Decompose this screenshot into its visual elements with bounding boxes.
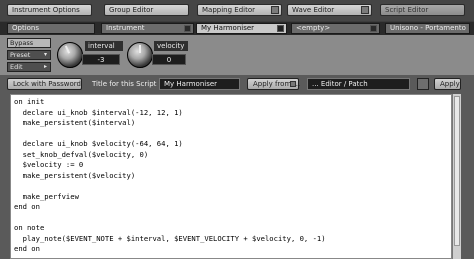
editor-patch-field[interactable]: ... Editor / Patch — [307, 78, 410, 90]
lock-with-password-label: Lock with Password — [13, 80, 81, 88]
tab-unisono-portamento[interactable]: Unisono - Portamento — [385, 23, 470, 34]
apply-from-dropdown[interactable]: Apply from ... — [247, 78, 300, 90]
code-line: make_persistent($interval) — [14, 118, 136, 127]
tab-instrument[interactable]: Instrument — [101, 23, 194, 34]
velocity-knob[interactable] — [127, 42, 153, 68]
mapping-editor-toggle-icon[interactable] — [271, 6, 279, 14]
apply-label: Apply — [440, 80, 460, 88]
wave-editor-button[interactable]: Wave Editor — [287, 4, 372, 16]
group-editor-button[interactable]: Group Editor — [104, 4, 189, 16]
code-line: make_perfview — [14, 191, 79, 201]
interval-knob[interactable] — [57, 42, 83, 68]
script-slot-tabs: Options Instrument My Harmoniser <empty>… — [0, 22, 474, 35]
code-line: make_persistent($velocity) — [14, 170, 136, 180]
code-line: end on — [14, 244, 40, 253]
group-editor-label: Group Editor — [109, 6, 154, 14]
code-line: $velocity := 0 — [14, 160, 84, 169]
editor-toolbar: Instrument Options Group Editor Mapping … — [0, 0, 474, 21]
tab-options[interactable]: Options — [7, 23, 95, 34]
interval-knob-label: interval — [85, 41, 123, 51]
lock-with-password-button[interactable]: Lock with Password — [7, 78, 82, 90]
script-toolbar: Lock with Password Title for this Script… — [0, 75, 474, 93]
bypass-button[interactable]: Bypass — [7, 38, 51, 48]
tab-my-harmoniser-label: My Harmoniser — [201, 24, 255, 32]
script-title-label: Title for this Script — [92, 80, 157, 88]
code-line: on init — [14, 97, 45, 106]
script-editor-button[interactable]: Script Editor — [380, 4, 465, 16]
wave-editor-label: Wave Editor — [292, 6, 335, 14]
knob-indicator — [64, 45, 71, 54]
tab-options-label: Options — [12, 24, 40, 32]
wave-editor-toggle-icon[interactable] — [361, 6, 369, 14]
dropdown-arrow-icon — [290, 81, 296, 87]
scrollbar-thumb[interactable] — [454, 96, 460, 246]
script-editor-label: Script Editor — [385, 6, 429, 14]
tab-empty[interactable]: <empty> — [291, 23, 380, 34]
code-line: set_knob_defval($velocity, 0) — [14, 149, 149, 159]
code-line: end on — [14, 202, 40, 211]
tab-instrument-bypass-icon[interactable] — [184, 25, 191, 32]
preset-dropdown[interactable]: Preset ▾ — [7, 50, 51, 60]
editor-scrollbar[interactable] — [452, 94, 461, 259]
edit-button[interactable]: Edit ▸ — [7, 62, 51, 72]
apply-indicator-icon[interactable] — [417, 78, 429, 90]
code-line: declare ui_knob $velocity(-64, 64, 1) — [14, 139, 183, 148]
apply-button[interactable]: Apply — [434, 78, 461, 90]
mapping-editor-label: Mapping Editor — [202, 6, 255, 14]
chevron-down-icon: ▾ — [43, 51, 47, 58]
code-line: declare ui_knob $interval(-12, 12, 1) — [14, 107, 183, 117]
tab-empty-bypass-icon[interactable] — [370, 25, 377, 32]
edit-label: Edit — [10, 63, 23, 71]
code-line: on note — [14, 223, 45, 232]
tab-instrument-label: Instrument — [106, 24, 145, 32]
bypass-label: Bypass — [10, 39, 34, 47]
performance-view-panel: Bypass Preset ▾ Edit ▸ interval -3 veloc… — [0, 35, 474, 75]
script-title-field[interactable]: My Harmoniser — [159, 78, 240, 90]
instrument-options-label: Instrument Options — [12, 6, 80, 14]
tab-empty-label: <empty> — [296, 24, 331, 32]
knob-indicator — [139, 45, 141, 53]
mapping-editor-button[interactable]: Mapping Editor — [197, 4, 282, 16]
preset-label: Preset — [10, 51, 31, 59]
script-code-editor[interactable]: on init declare ui_knob $interval(-12, 1… — [10, 94, 452, 259]
interval-value-display: -3 — [82, 54, 120, 65]
tab-unisono-portamento-label: Unisono - Portamento — [390, 24, 466, 32]
chevron-right-icon: ▸ — [43, 63, 47, 70]
code-line: play_note($EVENT_NOTE + $interval, $EVEN… — [14, 233, 326, 243]
tab-my-harmoniser-bypass-icon[interactable] — [277, 25, 284, 32]
instrument-options-button[interactable]: Instrument Options — [7, 4, 92, 16]
velocity-knob-label: velocity — [154, 41, 188, 51]
tab-my-harmoniser[interactable]: My Harmoniser — [196, 23, 287, 34]
velocity-value-display: 0 — [152, 54, 186, 65]
